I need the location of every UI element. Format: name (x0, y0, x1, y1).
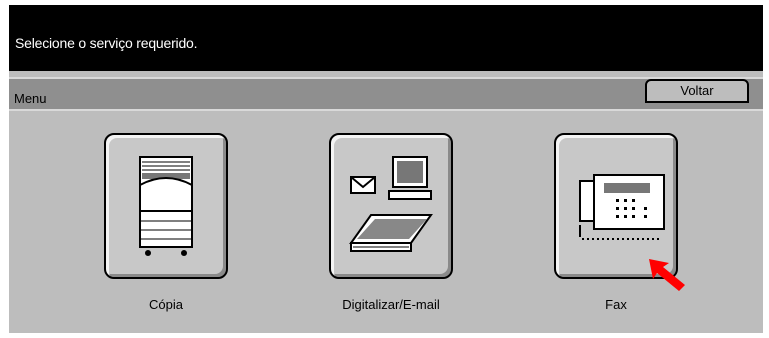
red-pointer-arrow-icon (649, 259, 685, 291)
touchscreen: Selecione o serviço requerido. Menu Volt… (9, 5, 763, 333)
scan-email-label: Digitalizar/E-mail (342, 297, 440, 312)
copier-icon (139, 156, 193, 256)
fax-label: Fax (605, 297, 627, 312)
menu-title: Menu (14, 91, 47, 106)
scan-email-icon (349, 156, 433, 252)
scan-email-service-button[interactable] (329, 133, 453, 279)
menu-bar: Menu Voltar (9, 77, 763, 111)
back-button[interactable]: Voltar (645, 79, 749, 103)
message-text: Selecione o serviço requerido. (15, 35, 198, 51)
copy-service-button[interactable] (104, 133, 228, 279)
message-bar: Selecione o serviço requerido. (9, 5, 763, 71)
copy-label: Cópia (149, 297, 183, 312)
